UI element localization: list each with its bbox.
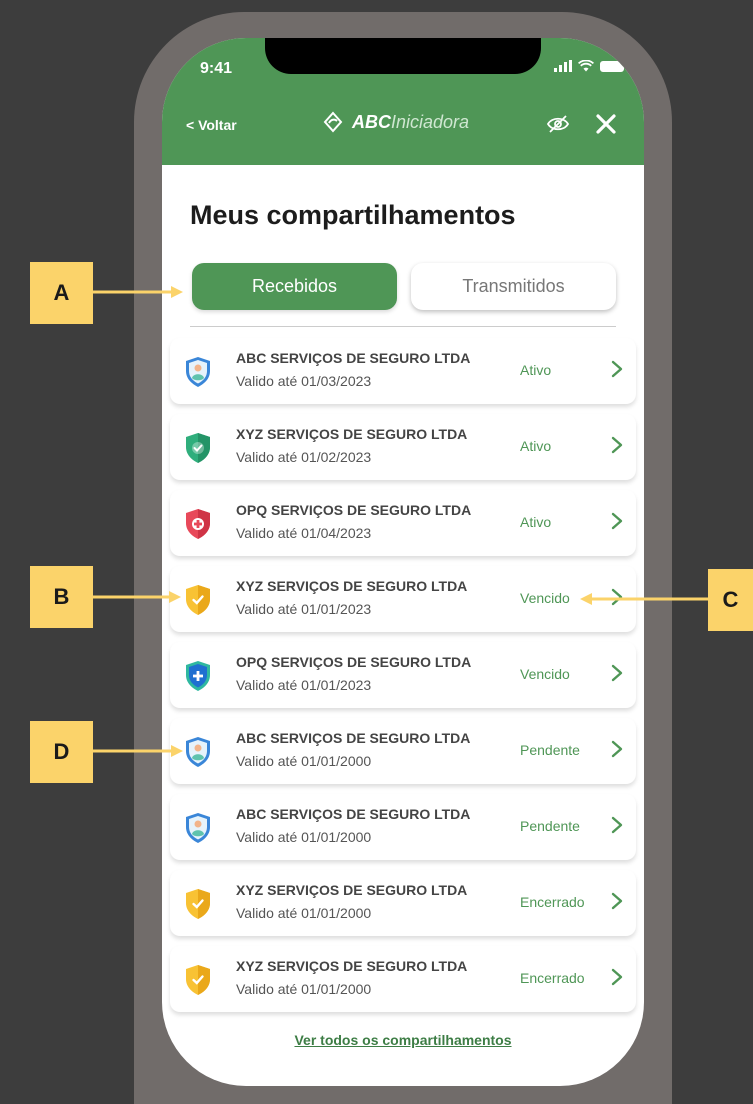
status-label: Ativo xyxy=(520,514,552,530)
annotation-marker-c: C xyxy=(708,569,753,631)
tab-received[interactable]: Recebidos xyxy=(192,263,397,310)
company-name: XYZ SERVIÇOS DE SEGURO LTDA xyxy=(236,578,468,594)
eye-off-icon[interactable] xyxy=(546,114,570,134)
list-item[interactable]: XYZ SERVIÇOS DE SEGURO LTDA Valido até 0… xyxy=(170,566,636,632)
status-label: Pendente xyxy=(520,742,580,758)
validity-date: Valido até 01/01/2000 xyxy=(236,753,372,769)
company-name: XYZ SERVIÇOS DE SEGURO LTDA xyxy=(236,958,468,974)
annotation-arrow-a xyxy=(93,286,183,298)
back-button[interactable]: < Voltar xyxy=(186,117,237,133)
list-item[interactable]: ABC SERVIÇOS DE SEGURO LTDA Valido até 0… xyxy=(170,794,636,860)
status-label: Encerrado xyxy=(520,970,585,986)
brand-light-text: Iniciadora xyxy=(391,111,470,132)
tab-sent[interactable]: Transmitidos xyxy=(411,263,616,310)
list-item[interactable]: OPQ SERVIÇOS DE SEGURO LTDA Valido até 0… xyxy=(170,642,636,708)
annotation-arrow-c xyxy=(580,593,710,605)
close-icon[interactable] xyxy=(594,112,618,136)
company-name: ABC SERVIÇOS DE SEGURO LTDA xyxy=(236,730,471,746)
annotation-arrow-d xyxy=(93,745,183,757)
wifi-icon xyxy=(578,60,594,72)
annotation-marker-a: A xyxy=(30,262,93,324)
status-label: Encerrado xyxy=(520,894,585,910)
annotation-arrow-b xyxy=(93,591,181,603)
brand-strong-text: ABC xyxy=(352,111,391,132)
status-label: Ativo xyxy=(520,362,552,378)
page-title: Meus compartilhamentos xyxy=(190,200,516,230)
tab-divider xyxy=(190,326,616,327)
company-name: XYZ SERVIÇOS DE SEGURO LTDA xyxy=(236,882,468,898)
list-item[interactable]: ABC SERVIÇOS DE SEGURO LTDA Valido até 0… xyxy=(170,718,636,784)
chevron-right-icon xyxy=(611,816,623,834)
red-cross-shield-icon xyxy=(186,509,210,539)
list-item[interactable]: XYZ SERVIÇOS DE SEGURO LTDA Valido até 0… xyxy=(170,870,636,936)
chevron-right-icon xyxy=(611,512,623,530)
chevron-right-icon xyxy=(611,740,623,758)
validity-date: Valido até 01/01/2000 xyxy=(236,981,372,997)
yellow-check-shield-icon xyxy=(186,965,210,995)
validity-date: Valido até 01/01/2000 xyxy=(236,829,372,845)
status-label: Vencido xyxy=(520,590,570,606)
see-all-link[interactable]: Ver todos os compartilhamentos xyxy=(162,1032,644,1048)
chevron-right-icon xyxy=(611,968,623,986)
company-name: OPQ SERVIÇOS DE SEGURO LTDA xyxy=(236,502,472,518)
chevron-right-icon xyxy=(611,360,623,378)
status-time: 9:41 xyxy=(200,60,233,77)
green-check-shield-icon xyxy=(186,433,210,463)
brand-logo: ABCIniciadora xyxy=(322,111,469,133)
chevron-right-icon xyxy=(611,436,623,454)
validity-date: Valido até 01/04/2023 xyxy=(236,525,372,541)
annotation-marker-b: B xyxy=(30,566,93,628)
battery-icon xyxy=(600,61,624,72)
annotation-marker-d: D xyxy=(30,721,93,783)
validity-date: Valido até 01/02/2023 xyxy=(236,449,372,465)
company-name: ABC SERVIÇOS DE SEGURO LTDA xyxy=(236,806,471,822)
app-header: 9:41 < Voltar ABCIniciadora xyxy=(162,38,644,165)
list-item[interactable]: ABC SERVIÇOS DE SEGURO LTDA Valido até 0… xyxy=(170,338,636,404)
phone-screen: 9:41 < Voltar ABCIniciadora Meus compart… xyxy=(162,38,644,1086)
validity-date: Valido até 01/01/2000 xyxy=(236,905,372,921)
user-shield-icon xyxy=(186,357,210,387)
blue-plus-shield-icon xyxy=(186,661,210,691)
validity-date: Valido até 01/01/2023 xyxy=(236,677,372,693)
status-label: Pendente xyxy=(520,818,580,834)
validity-date: Valido até 01/03/2023 xyxy=(236,373,372,389)
status-label: Ativo xyxy=(520,438,552,454)
user-shield-icon xyxy=(186,737,210,767)
yellow-check-shield-icon xyxy=(186,889,210,919)
list-item[interactable]: XYZ SERVIÇOS DE SEGURO LTDA Valido até 0… xyxy=(170,946,636,1012)
brand-icon xyxy=(323,111,343,133)
list-item[interactable]: XYZ SERVIÇOS DE SEGURO LTDA Valido até 0… xyxy=(170,414,636,480)
status-icons xyxy=(554,60,624,72)
chevron-right-icon xyxy=(611,664,623,682)
user-shield-icon xyxy=(186,813,210,843)
company-name: ABC SERVIÇOS DE SEGURO LTDA xyxy=(236,350,471,366)
company-name: OPQ SERVIÇOS DE SEGURO LTDA xyxy=(236,654,472,670)
status-label: Vencido xyxy=(520,666,570,682)
signal-icon xyxy=(554,60,572,72)
validity-date: Valido até 01/01/2023 xyxy=(236,601,372,617)
company-name: XYZ SERVIÇOS DE SEGURO LTDA xyxy=(236,426,468,442)
yellow-check-shield-icon xyxy=(186,585,210,615)
notch xyxy=(265,38,541,74)
list-item[interactable]: OPQ SERVIÇOS DE SEGURO LTDA Valido até 0… xyxy=(170,490,636,556)
chevron-right-icon xyxy=(611,892,623,910)
